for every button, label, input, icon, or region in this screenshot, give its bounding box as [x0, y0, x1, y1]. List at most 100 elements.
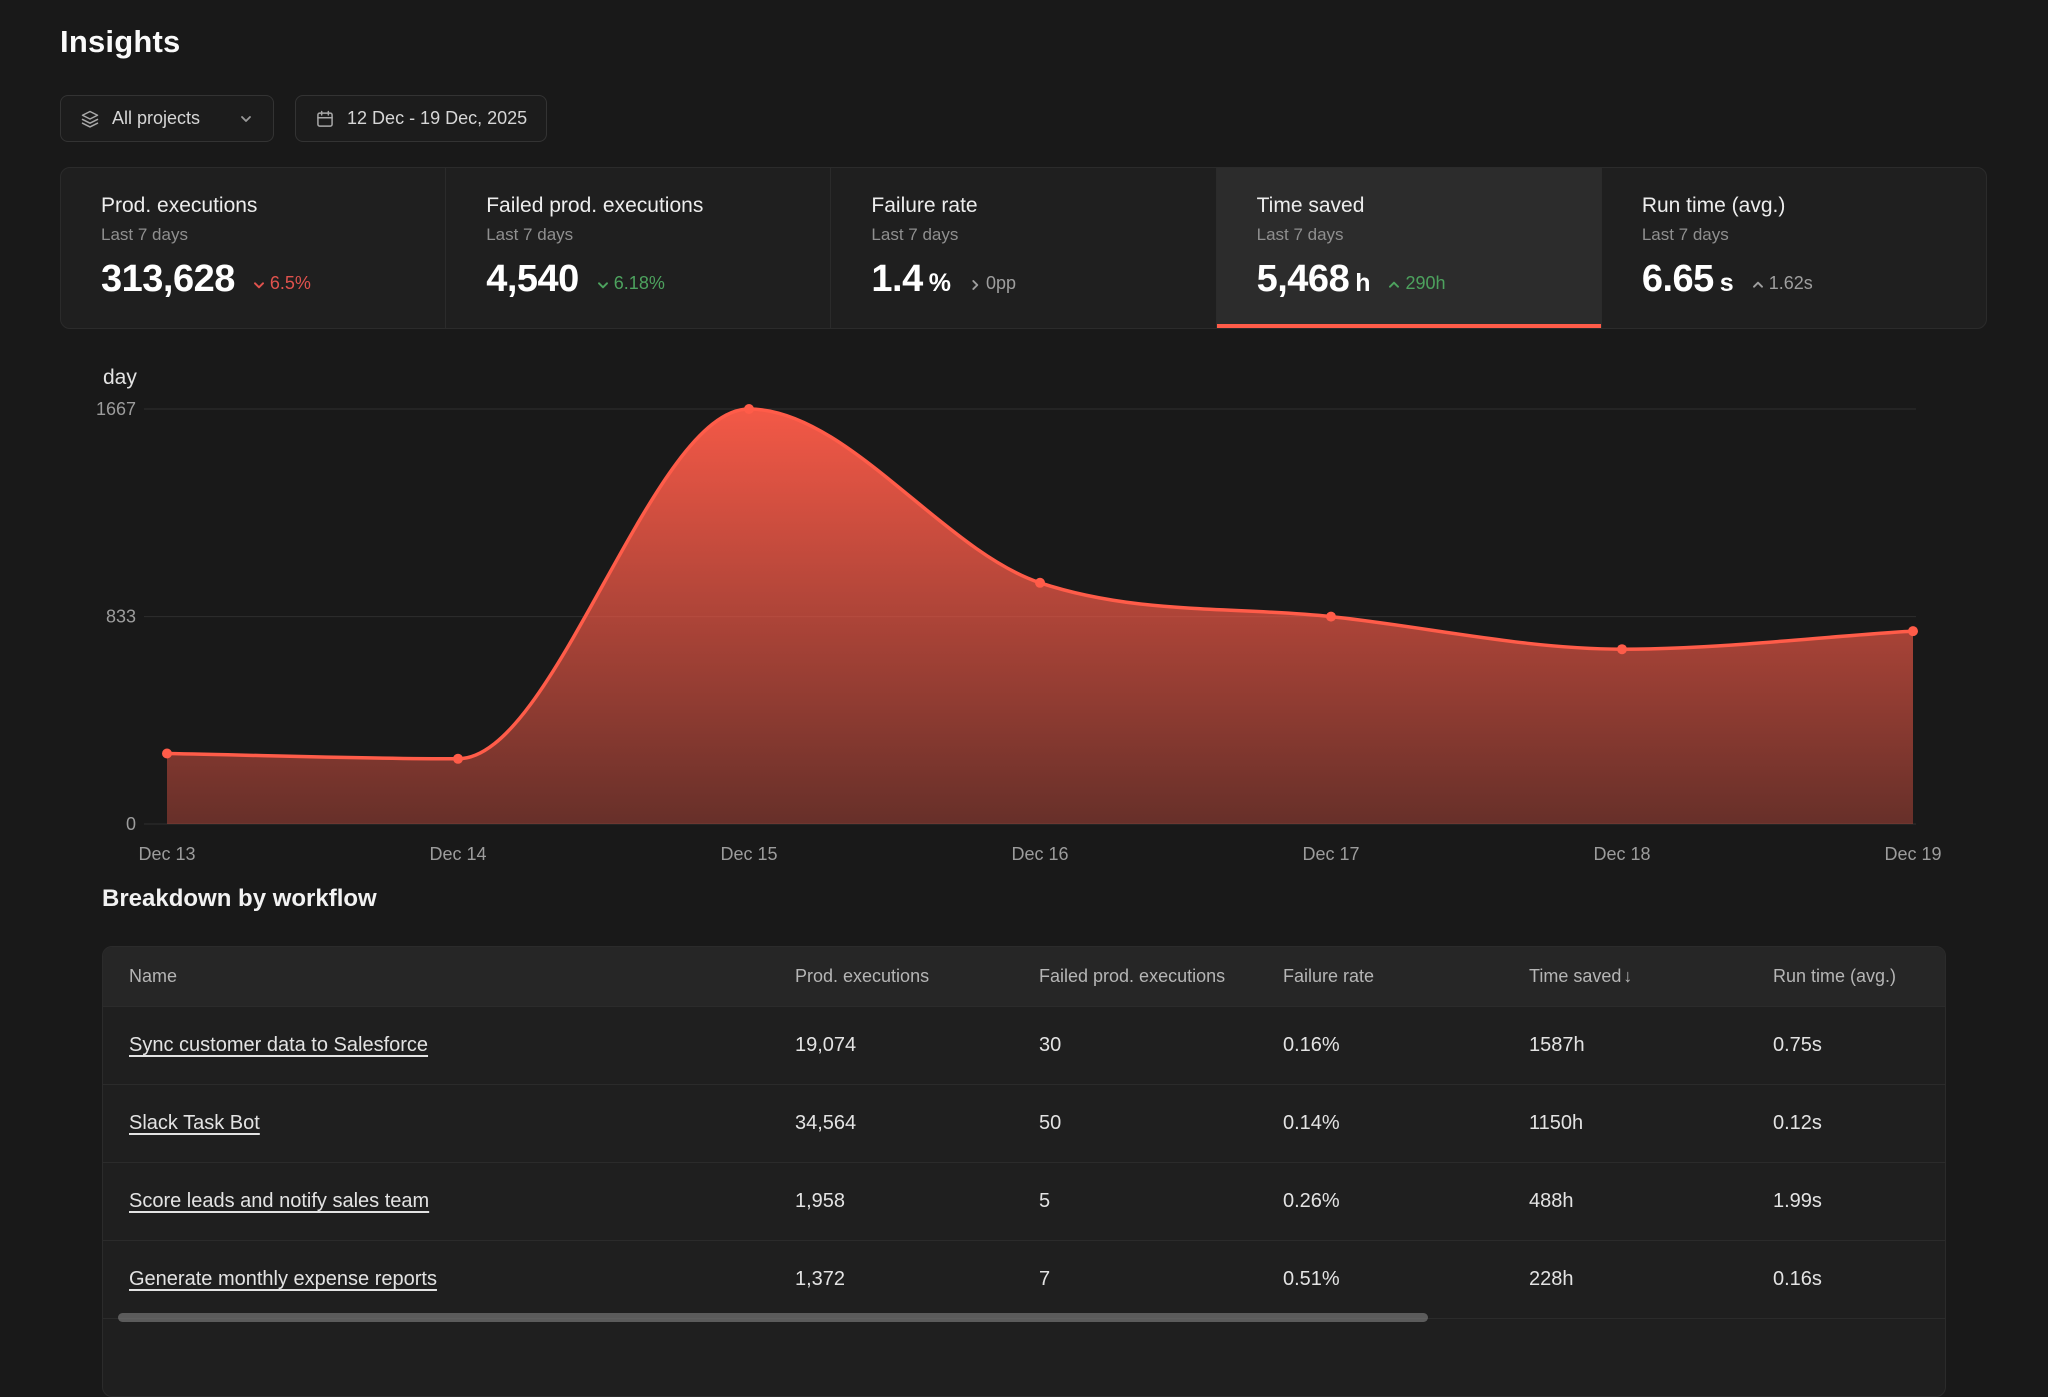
- metric-value-row: 1.4% 0pp: [871, 258, 1215, 301]
- metric-card-failure-rate[interactable]: Failure rate Last 7 days 1.4% 0pp: [830, 168, 1215, 328]
- workflow-table: Name Prod. executions Failed prod. executi…: [102, 946, 1946, 1397]
- column-header-time-saved[interactable]: Time saved↓: [1503, 966, 1747, 987]
- svg-text:Dec 17: Dec 17: [1302, 844, 1359, 864]
- metric-card-prod-executions[interactable]: Prod. executions Last 7 days 313,628 6.5%: [61, 168, 445, 328]
- project-filter-label: All projects: [112, 108, 200, 129]
- failure-rate-cell: 0.16%: [1257, 1034, 1503, 1057]
- failure-rate-cell: 0.26%: [1257, 1190, 1503, 1213]
- layers-icon: [80, 109, 100, 129]
- delta-down-icon: [251, 277, 267, 293]
- metric-value: 4,540: [486, 258, 579, 301]
- partial-next-row: [103, 1318, 1945, 1396]
- table-header-row: Name Prod. executions Failed prod. executi…: [103, 947, 1945, 1006]
- metric-unit: s: [1720, 269, 1734, 298]
- prod-executions-cell: 19,074: [769, 1034, 1013, 1057]
- metric-delta-text: 290h: [1405, 273, 1445, 294]
- failure-rate-cell: 0.51%: [1257, 1268, 1503, 1291]
- svg-text:Dec 15: Dec 15: [720, 844, 777, 864]
- metric-title: Failed prod. executions: [486, 194, 830, 218]
- metric-card-run-time-avg[interactable]: Run time (avg.) Last 7 days 6.65s1.62s: [1601, 168, 1986, 328]
- breakdown-heading: Breakdown by workflow: [102, 885, 377, 913]
- filters-bar: All projects 12 Dec - 19 Dec, 2025: [60, 95, 547, 142]
- time-saved-cell: 488h: [1503, 1190, 1747, 1213]
- time-saved-cell: 1150h: [1503, 1112, 1747, 1135]
- metric-value-row: 6.65s1.62s: [1642, 258, 1986, 301]
- prod-executions-cell: 1,372: [769, 1268, 1013, 1291]
- column-header-label: Run time (avg.): [1773, 966, 1896, 986]
- metric-card-time-saved[interactable]: Time saved Last 7 days 5,468h 290h: [1216, 168, 1601, 328]
- delta-up-icon: [1386, 277, 1402, 293]
- failed-executions-cell: 7: [1013, 1268, 1257, 1291]
- metric-delta: 6.18%: [595, 273, 665, 294]
- delta-down-icon: [595, 277, 611, 293]
- metric-value: 1.4: [871, 258, 922, 301]
- failure-rate-cell: 0.14%: [1257, 1112, 1503, 1135]
- metric-subtitle: Last 7 days: [101, 225, 445, 245]
- delta-up-icon: [1750, 277, 1766, 293]
- metric-card-failed-prod-executions[interactable]: Failed prod. executions Last 7 days 4,540 6…: [445, 168, 830, 328]
- svg-text:0: 0: [126, 814, 136, 834]
- metric-title: Time saved: [1257, 194, 1601, 218]
- selected-card-indicator: [1217, 324, 1601, 328]
- column-header-name[interactable]: Name: [103, 966, 769, 987]
- workflow-link[interactable]: Sync customer data to Salesforce: [129, 1034, 428, 1056]
- workflow-row: Generate monthly expense reports1,37270.…: [103, 1240, 1945, 1318]
- column-header-failure-rate[interactable]: Failure rate: [1257, 966, 1503, 987]
- metric-value-row: 313,628 6.5%: [101, 258, 445, 301]
- prod-executions-cell: 1,958: [769, 1190, 1013, 1213]
- workflow-link[interactable]: Slack Task Bot: [129, 1112, 260, 1134]
- workflow-link[interactable]: Score leads and notify sales team: [129, 1190, 429, 1212]
- date-range-label: 12 Dec - 19 Dec, 2025: [347, 108, 527, 129]
- metric-delta-text: 6.18%: [614, 273, 665, 294]
- metric-subtitle: Last 7 days: [1642, 225, 1986, 245]
- workflow-name-cell: Slack Task Bot: [103, 1112, 769, 1135]
- workflow-row: Slack Task Bot34,564500.14%1150h0.12s: [103, 1084, 1945, 1162]
- column-header-prod-executions[interactable]: Prod. executions: [769, 966, 1013, 987]
- metric-delta: 0pp: [967, 273, 1016, 294]
- table-body: Sync customer data to Salesforce19,07430…: [103, 1006, 1945, 1396]
- failed-executions-cell: 5: [1013, 1190, 1257, 1213]
- svg-text:833: 833: [106, 607, 136, 627]
- workflow-name-cell: Score leads and notify sales team: [103, 1190, 769, 1213]
- workflow-row: Sync customer data to Salesforce19,07430…: [103, 1006, 1945, 1084]
- date-range-picker[interactable]: 12 Dec - 19 Dec, 2025: [295, 95, 547, 142]
- workflow-row: Score leads and notify sales team 1,95850…: [103, 1162, 1945, 1240]
- metric-delta: 6.5%: [251, 273, 311, 294]
- metric-title: Failure rate: [871, 194, 1215, 218]
- project-filter-dropdown[interactable]: All projects: [60, 95, 274, 142]
- run-time-cell: 0.75s: [1747, 1034, 1945, 1057]
- run-time-cell: 1.99s: [1747, 1190, 1945, 1213]
- workflow-name-cell: Generate monthly expense reports: [103, 1268, 769, 1291]
- metric-value: 5,468: [1257, 258, 1350, 301]
- metric-subtitle: Last 7 days: [486, 225, 830, 245]
- metric-unit: h: [1355, 269, 1370, 298]
- svg-text:Dec 14: Dec 14: [429, 844, 486, 864]
- metric-delta-text: 6.5%: [270, 273, 311, 294]
- svg-text:1667: 1667: [96, 399, 136, 419]
- metric-value-row: 5,468h 290h: [1257, 258, 1601, 301]
- metric-subtitle: Last 7 days: [1257, 225, 1601, 245]
- run-time-cell: 0.16s: [1747, 1268, 1945, 1291]
- metric-cards: Prod. executions Last 7 days 313,628 6.5% Fa…: [60, 167, 1987, 329]
- svg-text:Dec 13: Dec 13: [138, 844, 195, 864]
- page-title: Insights: [60, 24, 180, 60]
- area-chart: 08331667Dec 13Dec 14Dec 15Dec 16Dec 17De…: [0, 380, 2048, 880]
- horizontal-scrollbar-thumb[interactable]: [118, 1313, 1428, 1322]
- metric-unit: %: [929, 269, 951, 298]
- column-header-label: Prod. executions: [795, 966, 929, 986]
- column-header-run-time-avg[interactable]: Run time (avg.): [1747, 966, 1945, 987]
- workflow-link[interactable]: Generate monthly expense reports: [129, 1268, 437, 1290]
- delta-right-icon: [967, 277, 983, 293]
- run-time-cell: 0.12s: [1747, 1112, 1945, 1135]
- column-header-label: Failure rate: [1283, 966, 1374, 986]
- metric-delta: 290h: [1386, 273, 1445, 294]
- metric-subtitle: Last 7 days: [871, 225, 1215, 245]
- metric-value-row: 4,540 6.18%: [486, 258, 830, 301]
- metric-delta-text: 0pp: [986, 273, 1016, 294]
- svg-text:Dec 19: Dec 19: [1884, 844, 1941, 864]
- metric-title: Prod. executions: [101, 194, 445, 218]
- column-header-failed-prod-executions[interactable]: Failed prod. executions: [1013, 966, 1257, 987]
- metric-value: 313,628: [101, 258, 235, 301]
- time-saved-cell: 228h: [1503, 1268, 1747, 1291]
- metric-title: Run time (avg.): [1642, 194, 1986, 218]
